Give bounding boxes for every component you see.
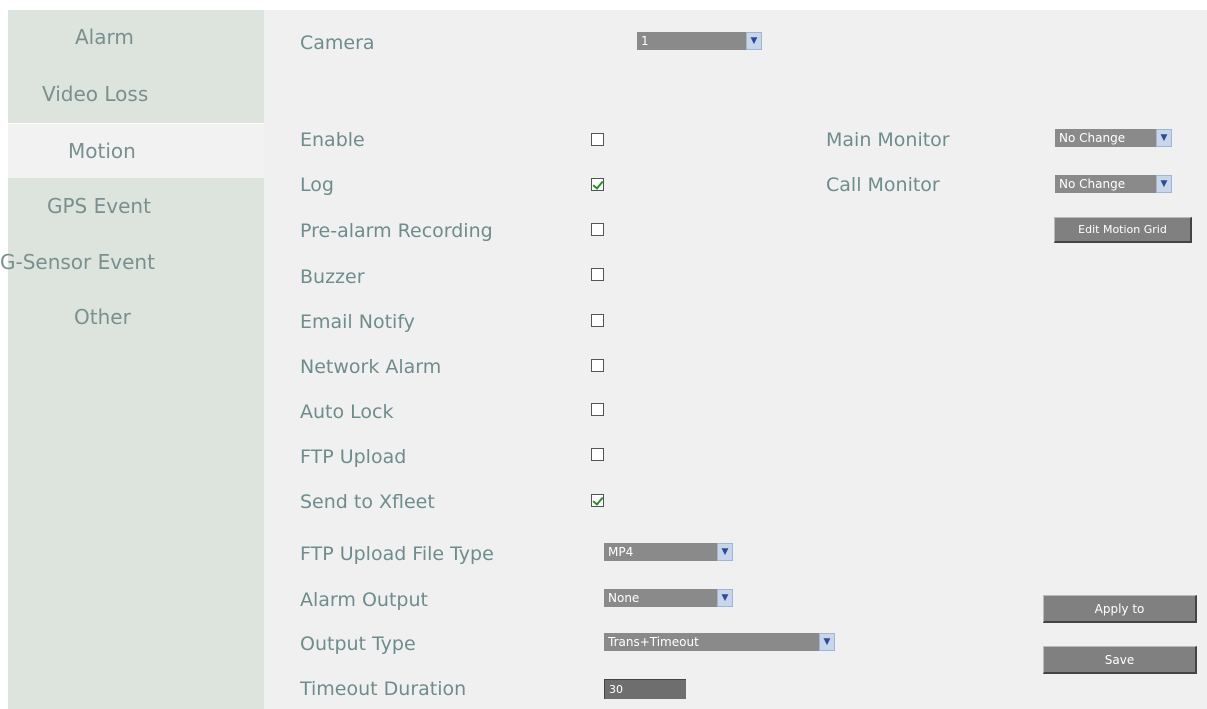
chevron-down-icon: ▼	[746, 32, 762, 50]
auto-lock-checkbox[interactable]	[591, 403, 604, 416]
sidebar-item-label: Motion	[68, 139, 136, 163]
buzzer-checkbox[interactable]	[591, 268, 604, 281]
sidebar: Alarm Video Loss Motion GPS Event G-Sens…	[0, 10, 264, 709]
network-alarm-checkbox[interactable]	[591, 359, 604, 372]
sidebar-item-gps-event[interactable]: GPS Event	[8, 179, 264, 233]
pre-alarm-recording-checkbox[interactable]	[591, 223, 604, 236]
option-label-network-alarm: Network Alarm	[300, 356, 442, 378]
option-label-auto-lock: Auto Lock	[300, 401, 394, 423]
timeout-duration-input[interactable]: 30	[604, 679, 686, 699]
ftp-upload-file-type-select[interactable]: MP4 ▼	[604, 543, 733, 561]
alarm-output-select-value: None	[604, 589, 717, 607]
camera-select[interactable]: 1 ▼	[637, 32, 762, 50]
sidebar-item-other[interactable]: Other	[8, 290, 264, 344]
chevron-down-icon: ▼	[717, 543, 733, 561]
output-type-label: Output Type	[300, 633, 416, 655]
sidebar-item-label: Other	[74, 305, 131, 329]
chevron-down-icon: ▼	[819, 633, 835, 651]
output-type-select[interactable]: Trans+Timeout ▼	[604, 633, 835, 651]
option-label-log: Log	[300, 174, 334, 196]
sidebar-item-video-loss[interactable]: Video Loss	[8, 67, 264, 121]
email-notify-checkbox[interactable]	[591, 314, 604, 327]
chevron-down-icon: ▼	[1156, 175, 1172, 193]
alarm-output-select[interactable]: None ▼	[604, 589, 733, 607]
camera-label: Camera	[300, 32, 375, 54]
call-monitor-select[interactable]: No Change ▼	[1055, 175, 1172, 193]
sidebar-item-label: Video Loss	[42, 82, 149, 106]
send-to-xfleet-checkbox[interactable]	[591, 494, 604, 507]
option-label-ftp-upload: FTP Upload	[300, 446, 407, 468]
edit-motion-grid-button[interactable]: Edit Motion Grid	[1054, 217, 1192, 243]
option-label-send-to-xfleet: Send to Xfleet	[300, 491, 435, 513]
main-monitor-select[interactable]: No Change ▼	[1055, 129, 1172, 147]
call-monitor-select-value: No Change	[1055, 175, 1156, 193]
chevron-down-icon: ▼	[717, 589, 733, 607]
sidebar-item-g-sensor-event[interactable]: G-Sensor Event	[0, 235, 264, 289]
ftp-upload-file-type-label: FTP Upload File Type	[300, 543, 494, 565]
save-button[interactable]: Save	[1043, 646, 1197, 674]
ftp-upload-file-type-value: MP4	[604, 543, 717, 561]
log-checkbox[interactable]	[591, 178, 604, 191]
ftp-upload-checkbox[interactable]	[591, 448, 604, 461]
camera-select-value: 1	[637, 32, 746, 50]
apply-to-button[interactable]: Apply to	[1043, 595, 1197, 623]
output-type-select-value: Trans+Timeout	[604, 633, 819, 651]
option-label-enable: Enable	[300, 129, 365, 151]
main-monitor-select-value: No Change	[1055, 129, 1156, 147]
enable-checkbox[interactable]	[591, 133, 604, 146]
motion-settings-panel: Camera 1 ▼ Enable Log Pre-alarm Recordin…	[264, 10, 1207, 709]
option-label-pre-alarm-recording: Pre-alarm Recording	[300, 220, 493, 242]
sidebar-item-alarm[interactable]: Alarm	[8, 10, 264, 64]
sidebar-item-motion[interactable]: Motion	[8, 123, 264, 178]
sidebar-item-label: GPS Event	[47, 194, 151, 218]
sidebar-item-label: G-Sensor Event	[0, 250, 155, 274]
alarm-output-label: Alarm Output	[300, 589, 428, 611]
option-label-email-notify: Email Notify	[300, 311, 415, 333]
option-label-buzzer: Buzzer	[300, 266, 365, 288]
main-monitor-label: Main Monitor	[826, 129, 950, 151]
sidebar-item-label: Alarm	[75, 25, 134, 49]
chevron-down-icon: ▼	[1156, 129, 1172, 147]
call-monitor-label: Call Monitor	[826, 174, 940, 196]
timeout-duration-label: Timeout Duration	[300, 678, 467, 700]
